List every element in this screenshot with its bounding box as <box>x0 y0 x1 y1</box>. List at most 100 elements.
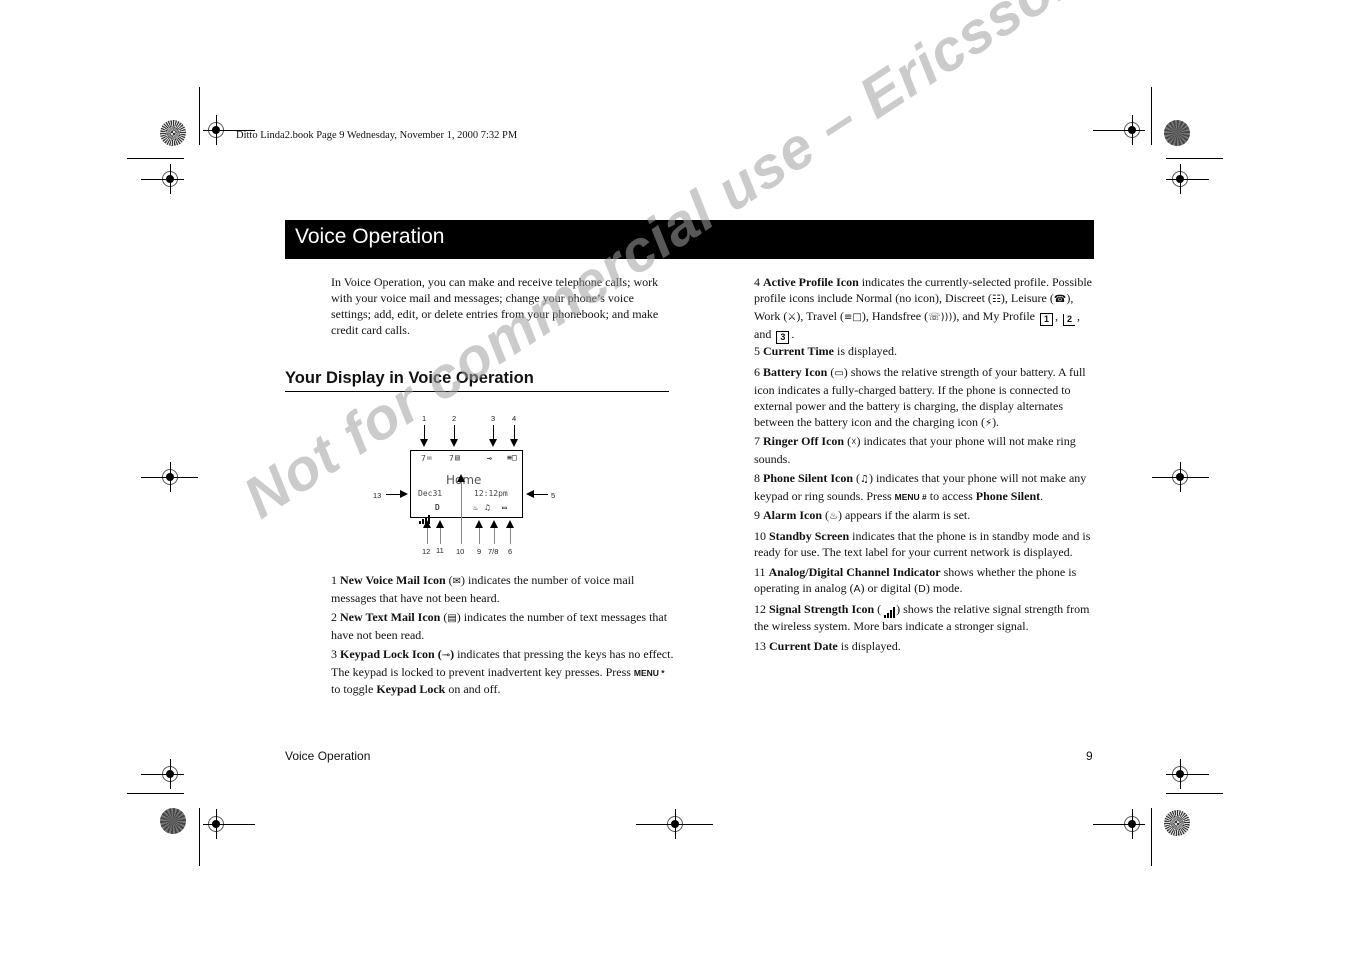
alarm-icon: ♨ <box>829 511 838 522</box>
textmail-icon: ▤ <box>455 453 460 462</box>
crop-mark <box>141 774 184 775</box>
callout-arrow <box>526 490 548 498</box>
intro-paragraph: In Voice Operation, you can make and rec… <box>331 275 659 337</box>
travel-profile-icon: ≡□ <box>844 312 862 323</box>
item-number: 1 <box>331 573 337 587</box>
current-date: Dec31 <box>418 489 443 498</box>
print-header: Ditto Linda2.book Page 9 Wednesday, Nove… <box>236 130 518 141</box>
crop-mark <box>1166 158 1223 159</box>
discreet-profile-icon: ☷ <box>991 294 1001 305</box>
callout-arrow <box>420 425 428 447</box>
callout-arrow <box>386 490 408 498</box>
crop-mark <box>1166 793 1223 794</box>
item-term: Keypad Lock <box>376 682 446 696</box>
item-number: 9 <box>754 508 760 522</box>
item-term: Standby Screen <box>769 529 850 543</box>
item-term: Active Profile Icon <box>763 275 859 289</box>
list-item: 8 Phone Silent Icon (♫) indicates that y… <box>754 471 1087 503</box>
callout-arrow <box>450 425 458 447</box>
callout-arrow <box>506 520 514 544</box>
item-text: is displayed. <box>840 639 901 653</box>
callout-arrow <box>423 520 431 544</box>
item-term: Keypad Lock Icon <box>340 647 435 661</box>
item-term: New Voice Mail Icon <box>340 573 446 587</box>
list-item: 2 New Text Mail Icon (▤) indicates the n… <box>331 610 668 642</box>
crop-mark <box>1093 130 1145 131</box>
crop-mark <box>199 87 200 145</box>
item-text: ) mode. <box>925 581 963 595</box>
callout-label: 2 <box>452 414 457 423</box>
list-item: 4 Active Profile Icon indicates the curr… <box>754 274 1094 344</box>
crop-mark <box>1093 824 1145 825</box>
callout-label: 12 <box>422 547 431 556</box>
key-icon: ⊸ <box>487 454 492 463</box>
list-item: 10 Standby Screen indicates that the pho… <box>754 528 1094 560</box>
callout-arrow <box>457 474 465 544</box>
item-term: New Text Mail Icon <box>340 610 441 624</box>
item-number: 8 <box>754 471 760 485</box>
callout-arrow <box>510 425 518 447</box>
item-term: Ringer Off Icon <box>763 434 845 448</box>
chapter-title: Voice Operation <box>295 225 445 248</box>
item-text: on and off. <box>448 682 501 696</box>
ringer-off-icon: ☓ <box>851 437 857 448</box>
channel-mode: D <box>435 503 440 512</box>
crop-mark <box>199 808 200 866</box>
crop-mark <box>1152 477 1209 478</box>
current-time: 12:12pm <box>474 489 508 498</box>
item-text: ), Handsfree ( <box>861 309 929 323</box>
list-item: 13 Current Date is displayed. <box>754 638 1094 654</box>
item-number: 4 <box>754 275 760 289</box>
menu-key: MENU # <box>894 492 927 502</box>
callout-label: 4 <box>512 414 517 423</box>
callout-label: 9 <box>477 547 482 556</box>
color-target-icon <box>160 808 186 834</box>
item-text: appears if the alarm is set. <box>844 508 971 522</box>
item-term: Analog/Digital Channel Indicator <box>768 565 941 579</box>
item-term: Phone Silent Icon <box>763 471 854 485</box>
callout-label: 11 <box>436 546 444 555</box>
item-text: ), Leisure ( <box>1000 291 1054 305</box>
crop-mark <box>1166 179 1209 180</box>
crop-mark <box>141 179 184 180</box>
item-text: ). <box>992 415 1000 429</box>
item-text: . <box>1040 489 1044 503</box>
callout-label: 7/8 <box>488 547 499 556</box>
item-text: ), Travel ( <box>796 309 844 323</box>
list-item: 7 Ringer Off Icon (☓) indicates that you… <box>754 434 1076 466</box>
travel-profile-icon: ≡□ <box>507 453 517 462</box>
list-item: 12 Signal Strength Icon ( ) shows the re… <box>754 602 1090 633</box>
leisure-profile-icon: ☎ <box>1053 294 1067 305</box>
item-term: Current Date <box>769 639 838 653</box>
phone-lcd-screen: 7 ✉ 7 ▤ ⊸ ≡□ Home Dec31 12:12pm D ♨ ♫ ▭ <box>410 450 523 524</box>
crop-mark <box>141 477 198 478</box>
menu-key: MENU * <box>633 668 665 678</box>
work-profile-icon: ⚔ <box>787 312 797 323</box>
signal-strength-icon <box>884 602 896 618</box>
callout-label: 10 <box>456 547 465 556</box>
battery-icon: ▭ <box>502 503 507 512</box>
item-number: 12 <box>754 602 766 616</box>
key-icon: ⊸ <box>441 650 451 661</box>
crop-mark <box>1166 774 1209 775</box>
item-text: , <box>1055 309 1059 323</box>
crop-mark <box>127 793 184 794</box>
crop-mark <box>1151 808 1152 866</box>
callout-label: 3 <box>491 414 496 423</box>
callout-label: 5 <box>551 491 556 500</box>
item-text: ) or digital ( <box>860 581 919 595</box>
battery-icon: ▭ <box>834 368 844 379</box>
crop-mark <box>203 824 255 825</box>
item-number: 13 <box>754 639 766 653</box>
callout-arrow <box>436 520 444 544</box>
item-number: 11 <box>754 565 766 579</box>
item-term: Signal Strength Icon <box>769 602 875 616</box>
phone-silent-icon: ♫ <box>485 503 490 512</box>
charging-icon: ⚡ <box>985 418 993 429</box>
color-target-icon <box>1164 810 1190 836</box>
item-text: ), and My Profile <box>952 309 1036 323</box>
color-target-icon <box>160 120 186 146</box>
item-term: Current Time <box>763 344 834 358</box>
callout-label: 13 <box>373 491 382 500</box>
alarm-icon: ♨ <box>473 503 478 512</box>
